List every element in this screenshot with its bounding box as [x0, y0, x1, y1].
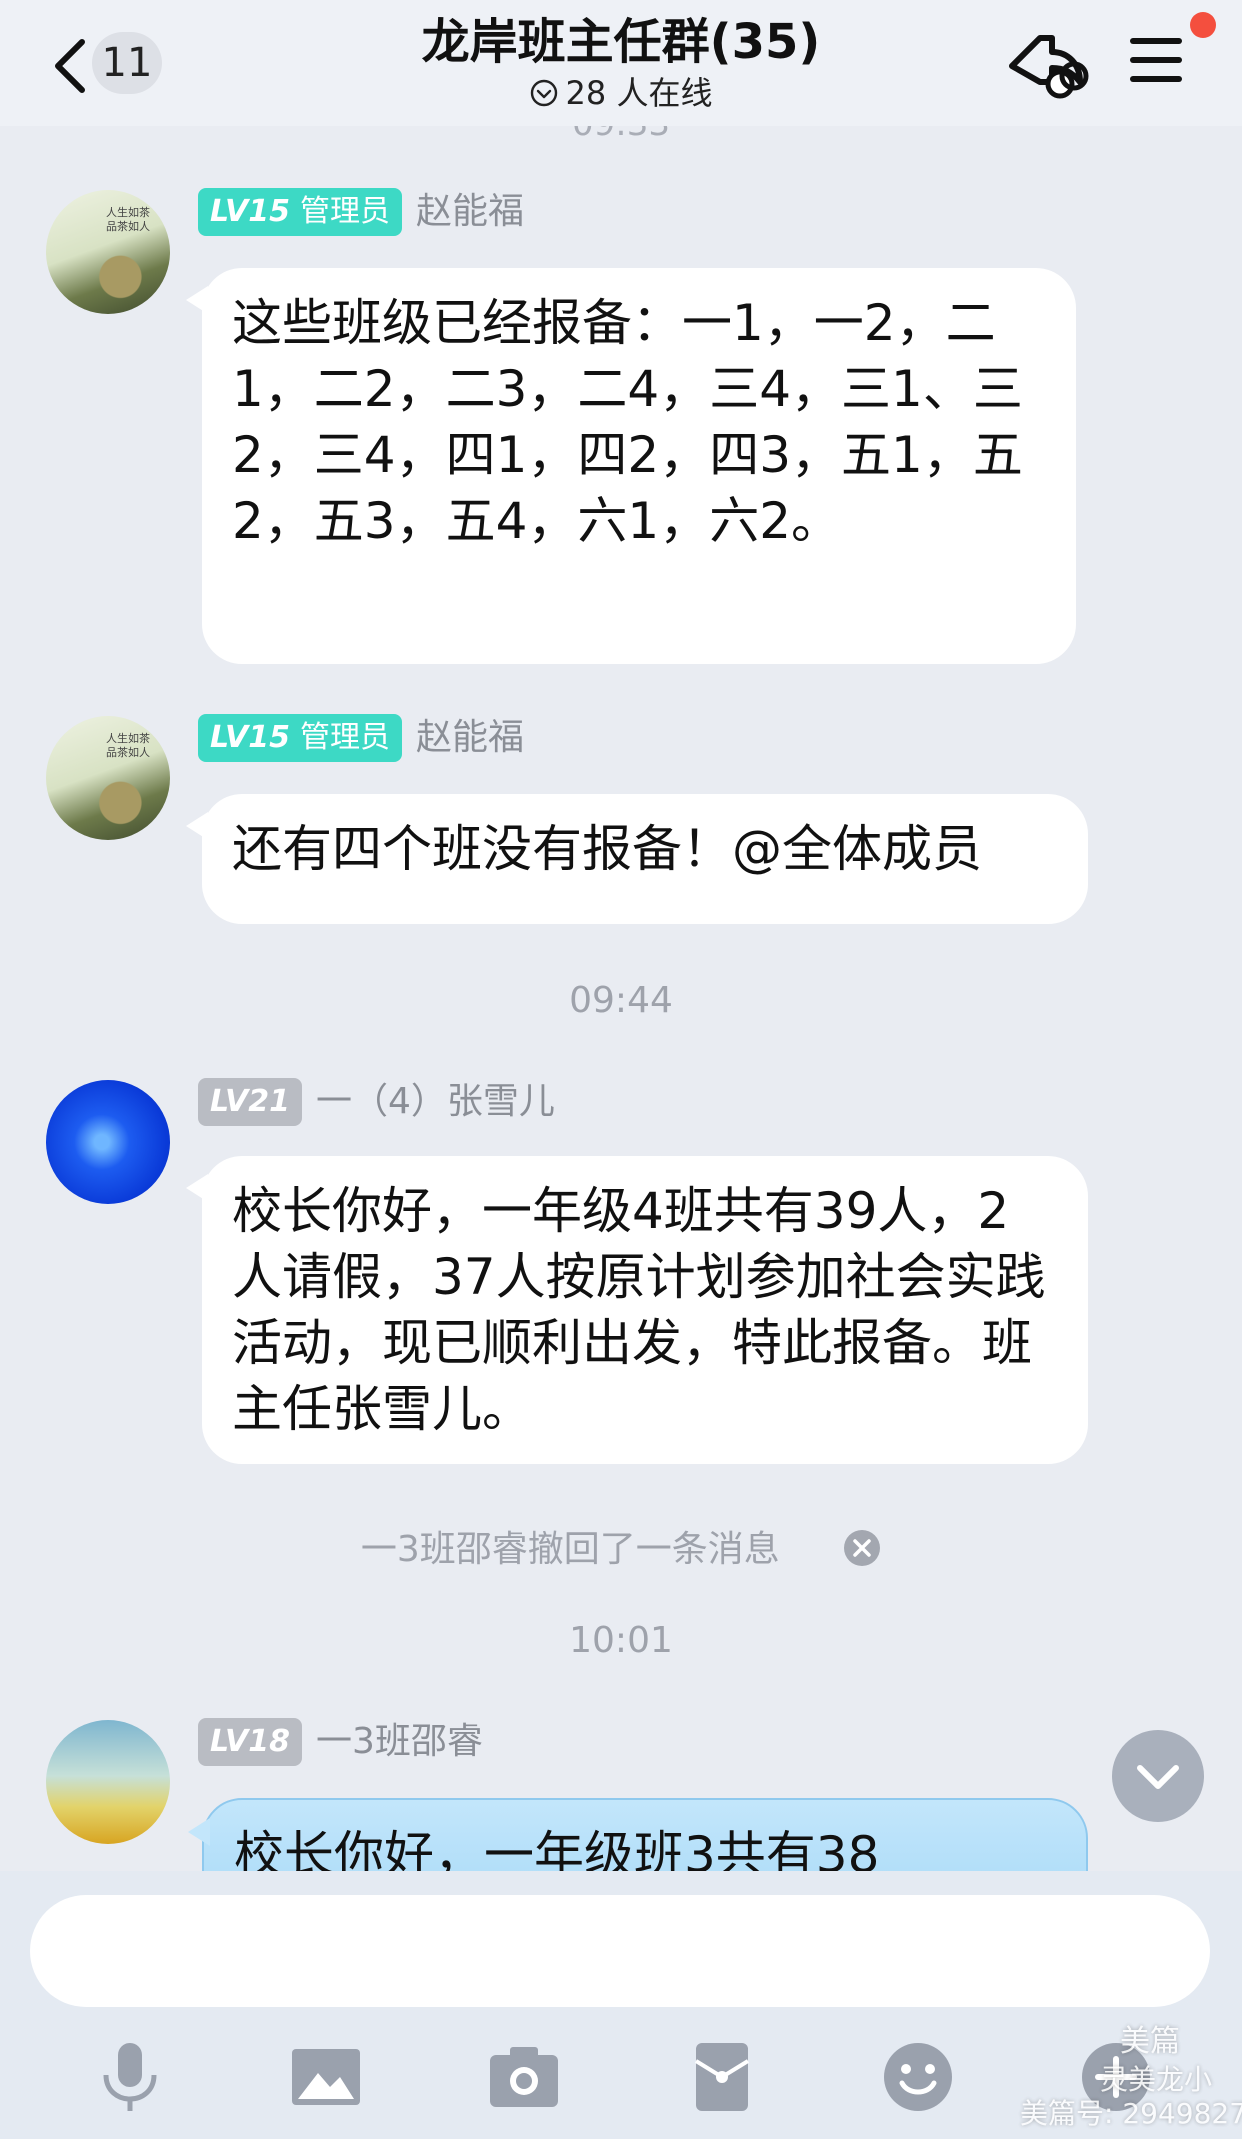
avatar-image: 人生如茶 品茶如人 — [106, 732, 150, 759]
red-packet-icon[interactable] — [682, 2037, 762, 2117]
watermark-brand: 美篇 — [1120, 2024, 1180, 2059]
avatar[interactable]: 人生如茶 品茶如人 — [46, 716, 170, 840]
sender-name[interactable]: 赵能福 — [416, 188, 524, 236]
message-bubble[interactable]: 还有四个班没有报备！@全体成员 — [186, 794, 1088, 924]
sender-name[interactable]: 赵能福 — [416, 714, 524, 762]
message-bubble[interactable]: 这些班级已经报备：一1，一2，二1，二2，二3，二4，三4，三1、三2，三4，四… — [186, 268, 1076, 664]
online-count-text: 28 人在线 — [565, 74, 713, 112]
recall-notice: 一3班邵睿撤回了一条消息 — [0, 1520, 1242, 1572]
message-list[interactable]: 09:33 人生如茶品茶如人 LV15管理员赵能福 这些班级已经报备：一1，一2… — [0, 126, 1242, 1871]
menu-line — [1130, 38, 1182, 44]
share-link-icon[interactable] — [1000, 26, 1090, 106]
avatar-image: 人生如茶 品茶如人 — [106, 206, 150, 233]
avatar[interactable] — [46, 1080, 170, 1204]
avatar[interactable]: 人生如茶 品茶如人 — [46, 190, 170, 314]
message-input[interactable] — [30, 1895, 1210, 2007]
notification-dot — [1190, 12, 1216, 38]
message-meta: LV15 管理员 赵能福 — [198, 714, 524, 762]
camera-icon[interactable] — [484, 2037, 564, 2117]
chevron-circle-icon — [530, 79, 557, 107]
image-icon[interactable] — [286, 2037, 366, 2117]
partial-timestamp: 09:33 — [0, 126, 1242, 144]
close-circle-icon[interactable] — [843, 1529, 881, 1567]
recall-text: 一3班邵睿撤回了一条消息 — [360, 1529, 780, 1570]
watermark-id: 美篇号: 29498270 — [1020, 2097, 1242, 2130]
sender-name[interactable]: 一（4）张雪儿 — [316, 1078, 555, 1126]
level-badge: LV21 — [198, 1078, 302, 1126]
timestamp: 10:01 — [569, 1620, 673, 1661]
menu-button[interactable] — [1126, 30, 1186, 90]
microphone-icon[interactable] — [90, 2037, 170, 2117]
scroll-to-bottom-button[interactable] — [1112, 1730, 1204, 1822]
timestamp: 09:44 — [569, 980, 673, 1021]
message-bubble[interactable]: 校长你好，一年级4班共有39人，2人请假，37人按原计划参加社会实践活动，现已顺… — [186, 1156, 1088, 1464]
emoji-icon[interactable] — [878, 2037, 958, 2117]
message-meta: LV18 一3班邵睿 — [198, 1718, 483, 1766]
level-badge: LV15 管理员 — [198, 188, 402, 236]
level-badge: LV18 — [198, 1718, 302, 1766]
chat-screen: 11 龙岸班主任群(35) 28 人在线 09:33 人生如茶品茶如人 — [0, 0, 1242, 2139]
sender-name[interactable]: 一3班邵睿 — [316, 1718, 483, 1766]
chevron-down-icon — [1137, 1765, 1179, 1789]
message-bubble[interactable]: 校长你好，一年级班3共有38 — [188, 1798, 1088, 1871]
header-bar: 11 龙岸班主任群(35) 28 人在线 — [0, 0, 1242, 126]
message-meta: LV15 管理员 赵能福 — [198, 188, 524, 236]
message-meta: LV21 一（4）张雪儿 — [198, 1078, 555, 1126]
level-badge: LV15 管理员 — [198, 714, 402, 762]
menu-line — [1130, 76, 1182, 82]
avatar[interactable] — [46, 1720, 170, 1844]
menu-line — [1130, 57, 1182, 63]
